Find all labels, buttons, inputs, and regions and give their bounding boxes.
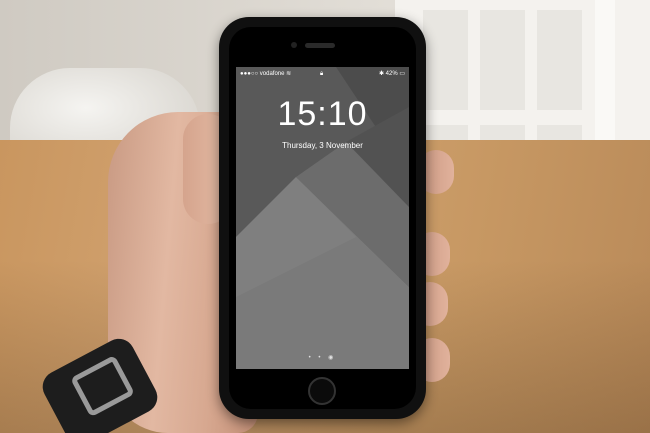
- lock-screen[interactable]: ●●●○○ vodafone ≋ 🔒︎ ✱ 42% ▭ 15:10 Thursd…: [236, 67, 409, 369]
- status-bar: ●●●○○ vodafone ≋ 🔒︎ ✱ 42% ▭: [236, 67, 409, 81]
- photo-scene: ●●●○○ vodafone ≋ 🔒︎ ✱ 42% ▭ 15:10 Thursd…: [0, 0, 650, 433]
- carrier-name: vodafone: [259, 71, 285, 77]
- watch-buckle: [70, 354, 135, 418]
- battery-percent: 42%: [385, 71, 398, 77]
- carrier-signal: ●●●○○: [240, 71, 259, 77]
- front-camera: [291, 42, 297, 48]
- battery-icon: ▭: [399, 71, 405, 77]
- iphone: ●●●○○ vodafone ≋ 🔒︎ ✱ 42% ▭ 15:10 Thursd…: [219, 17, 426, 419]
- lock-icon: 🔒︎: [320, 71, 324, 77]
- earpiece-speaker: [305, 43, 335, 48]
- bluetooth-icon: ✱: [378, 71, 384, 77]
- clock-time: 15:10: [277, 95, 368, 133]
- home-button[interactable]: [308, 377, 336, 405]
- page-indicator: • • ◉: [308, 355, 337, 361]
- clock-date: Thursday, 3 November: [282, 141, 363, 150]
- wifi-icon: ≋: [286, 71, 292, 77]
